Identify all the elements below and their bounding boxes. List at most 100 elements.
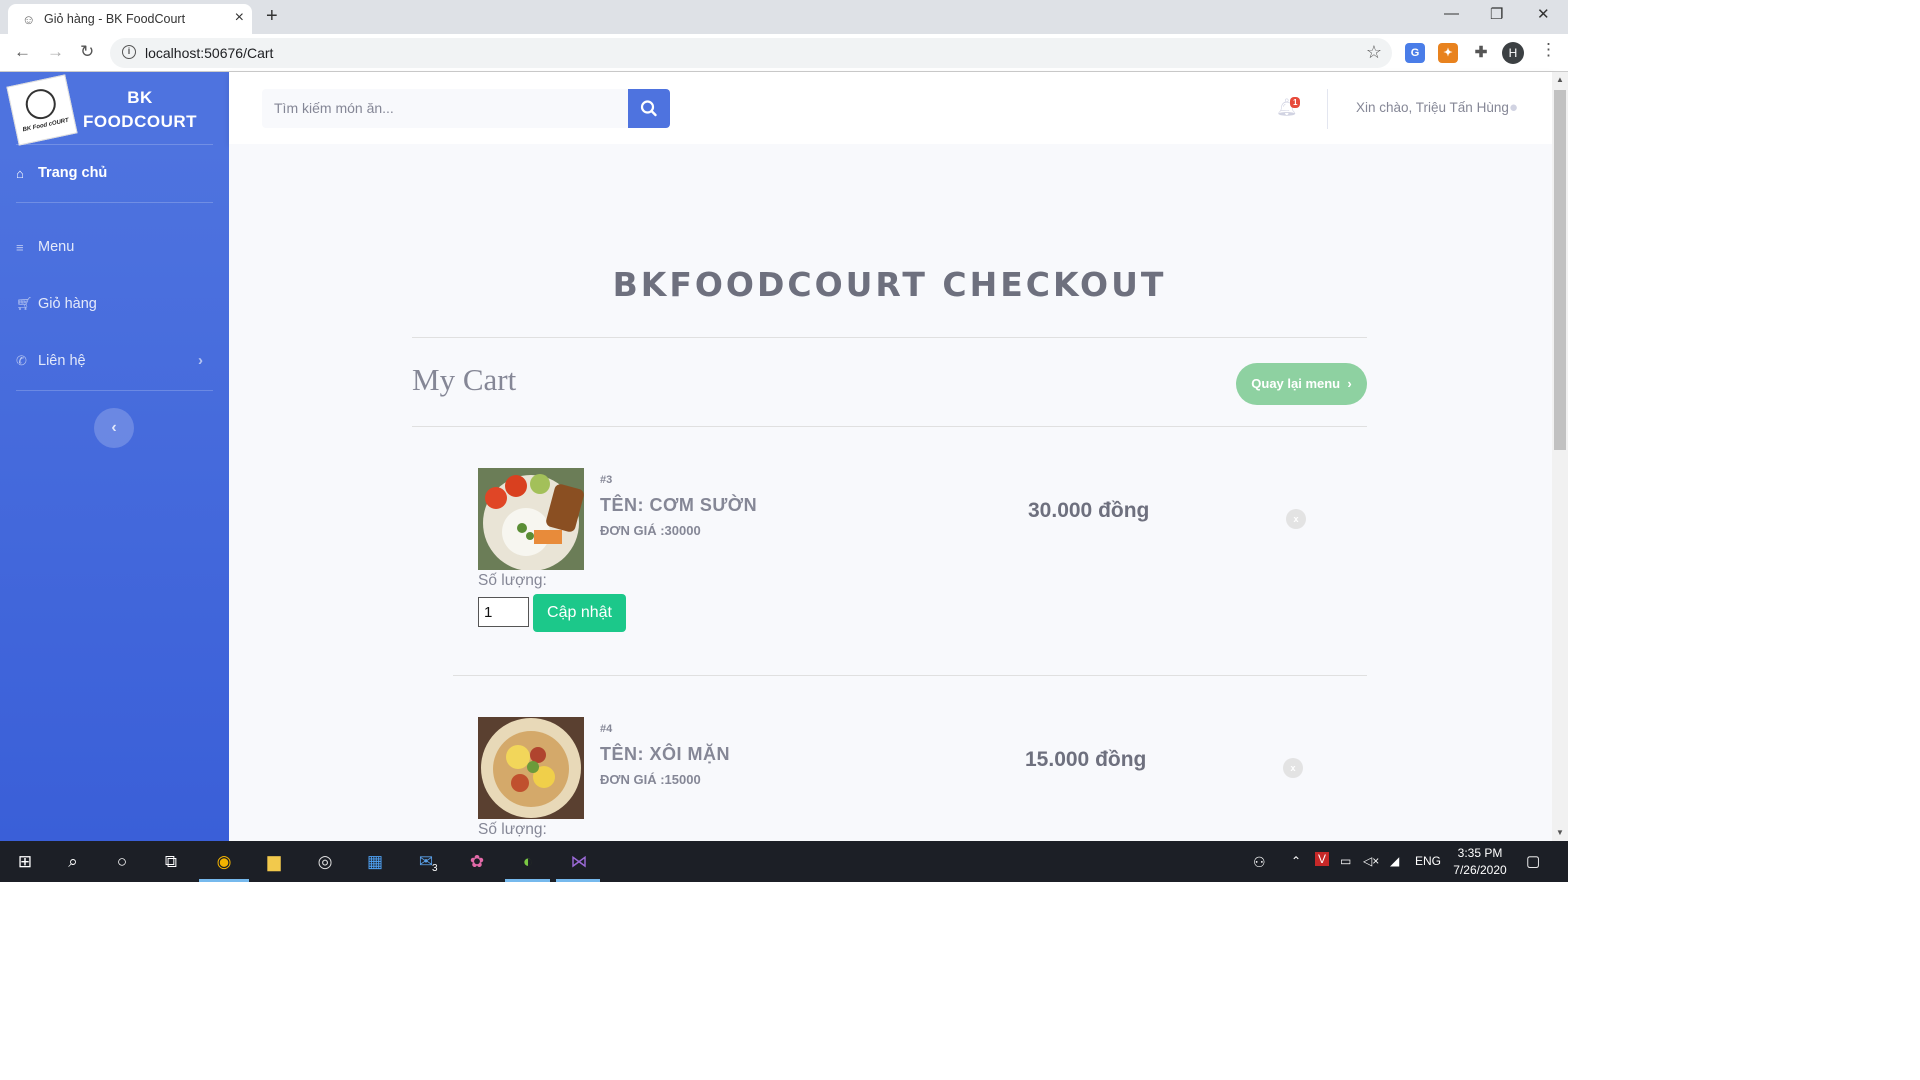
url-text[interactable]: localhost:50676/Cart xyxy=(145,45,273,61)
notification-center-icon[interactable]: ▢ xyxy=(1526,852,1540,870)
visual-studio-icon[interactable]: ⋈ xyxy=(566,849,592,875)
tab-title: Giỏ hàng - BK FoodCourt xyxy=(44,12,186,26)
tray-app-v-icon[interactable]: V xyxy=(1315,852,1330,866)
sidebar: BK Food cOURT BK FOODCOURT ⌂ Trang chủ ≡… xyxy=(0,72,229,841)
search-input[interactable]: Tìm kiếm món ăn... xyxy=(262,89,629,128)
translate-extension-icon[interactable]: G xyxy=(1405,43,1425,63)
profile-avatar[interactable]: H xyxy=(1502,42,1524,64)
windows-taskbar: ⊞ ⌕ ○ ⧉ ◉ ▆ ◎ ▦ ✉ 3 ✿ ◐ ⋈ ⚇ ⌃ V ▭ ◁× ◢ E… xyxy=(0,841,1568,882)
language-indicator[interactable]: ENG xyxy=(1415,854,1441,868)
cart-icon: 🛒︎ xyxy=(16,296,33,311)
page-title: BKFOODCOURT CHECKOUT xyxy=(612,265,1167,304)
taskbar-search-icon[interactable]: ⌕ xyxy=(60,849,86,875)
bookmark-star-icon[interactable]: ☆ xyxy=(1366,42,1382,63)
minimize-icon[interactable]: — xyxy=(1444,5,1459,22)
sidebar-item-label: Menu xyxy=(38,239,75,255)
divider xyxy=(412,426,1367,427)
back-to-menu-label: Quay lại menu xyxy=(1251,376,1341,391)
new-tab-icon[interactable]: + xyxy=(266,5,278,28)
update-quantity-button[interactable]: Cập nhật xyxy=(533,594,626,632)
scroll-down-icon[interactable]: ▼ xyxy=(1556,828,1564,837)
info-icon[interactable]: i xyxy=(122,45,136,59)
home-icon: ⌂ xyxy=(16,165,24,181)
back-to-menu-button[interactable]: Quay lại menu › xyxy=(1236,363,1367,405)
sidebar-item-label: Trang chủ xyxy=(38,165,108,181)
tray-chevron-up-icon[interactable]: ⌃ xyxy=(1291,854,1301,868)
browser-tab-bar: ☺ Giỏ hàng - BK FoodCourt × + — ❐ ✕ xyxy=(0,0,1568,34)
extensions-puzzle-icon[interactable]: ✚ xyxy=(1471,43,1491,63)
scroll-thumb[interactable] xyxy=(1554,90,1566,450)
divider xyxy=(453,675,1367,676)
chef-logo-icon xyxy=(22,86,59,122)
sidebar-item-menu[interactable]: ≡ Menu xyxy=(16,239,74,255)
clock-time: 3:35 PM xyxy=(1457,846,1503,860)
address-bar-row: ← → ↻ i localhost:50676/Cart ☆ G ✦ ✚ H ⋮ xyxy=(0,34,1568,72)
paint-icon[interactable]: ✿ xyxy=(464,849,490,875)
active-app-indicator xyxy=(199,879,249,882)
cortana-icon[interactable]: ○ xyxy=(109,849,135,875)
item-name: TÊN: CƠM SƯỜN xyxy=(600,495,758,515)
people-icon[interactable]: ⚇ xyxy=(1253,854,1266,871)
chevron-right-icon[interactable]: › xyxy=(198,352,203,369)
sidebar-item-label: Giỏ hàng xyxy=(38,296,97,312)
close-tab-icon[interactable]: × xyxy=(235,9,244,27)
sidebar-item-contact[interactable]: ✆ Liên hệ xyxy=(16,353,86,369)
running-app-indicator xyxy=(505,879,550,882)
task-view-icon[interactable]: ⧉ xyxy=(158,849,184,875)
item-id: #4 xyxy=(600,723,613,735)
phone-icon: ✆ xyxy=(16,353,27,368)
mail-badge: 3 xyxy=(432,863,438,874)
browser-menu-icon[interactable]: ⋮ xyxy=(1540,40,1557,60)
user-icon[interactable]: ● xyxy=(1509,99,1518,116)
running-app-indicator xyxy=(556,879,600,882)
sidebar-divider xyxy=(16,202,213,203)
search-placeholder: Tìm kiếm món ăn... xyxy=(274,100,394,116)
windows-start-icon[interactable]: ⊞ xyxy=(12,849,38,875)
store-icon[interactable]: ▦ xyxy=(362,849,388,875)
metamask-extension-icon[interactable]: ✦ xyxy=(1438,43,1458,63)
sidebar-item-home[interactable]: ⌂ Trang chủ xyxy=(16,165,107,181)
app-h-icon[interactable]: ◐ xyxy=(515,849,541,875)
sidebar-toggle-button[interactable]: ‹ xyxy=(94,408,134,448)
forward-icon[interactable]: → xyxy=(47,42,64,62)
quantity-input[interactable] xyxy=(478,597,529,627)
sidebar-item-cart[interactable]: 🛒︎ Giỏ hàng xyxy=(16,296,97,312)
media-player-icon[interactable]: ◎ xyxy=(312,849,338,875)
battery-icon[interactable]: ▭ xyxy=(1340,854,1351,868)
brand-name[interactable]: BK FOODCOURT xyxy=(78,86,202,134)
volume-muted-icon[interactable]: ◁× xyxy=(1363,854,1379,868)
file-explorer-icon[interactable]: ▆ xyxy=(261,849,287,875)
logo-text: BK Food cOURT xyxy=(22,117,70,134)
chrome-icon[interactable]: ◉ xyxy=(211,849,237,875)
brand-line-2: FOODCOURT xyxy=(82,112,198,131)
browser-tab[interactable]: ☺ Giỏ hàng - BK FoodCourt × xyxy=(8,4,252,34)
search-button[interactable] xyxy=(628,89,670,128)
item-unit-price: ĐƠN GIÁ :30000 xyxy=(600,523,701,538)
user-greeting[interactable]: Xin chào, Triệu Tấn Hùng xyxy=(1356,100,1509,115)
item-total: 30.000 đồng xyxy=(1028,499,1150,522)
bars-icon: ≡ xyxy=(16,239,24,255)
divider xyxy=(412,337,1367,338)
item-image-com-suon xyxy=(478,468,584,570)
scroll-up-icon[interactable]: ▲ xyxy=(1556,75,1564,84)
wifi-icon[interactable]: ◢ xyxy=(1390,854,1399,868)
item-unit-price: ĐƠN GIÁ :15000 xyxy=(600,772,701,787)
page-scrollbar[interactable]: ▲ ▼ xyxy=(1552,72,1568,841)
chevron-right-icon: › xyxy=(1343,376,1352,391)
topbar: Tìm kiếm món ăn... 🔔︎ 1 Xin chào, Triệu … xyxy=(229,72,1552,144)
omnibox[interactable]: i localhost:50676/Cart ☆ xyxy=(110,38,1392,68)
close-window-icon[interactable]: ✕ xyxy=(1537,5,1550,23)
restore-icon[interactable]: ❐ xyxy=(1490,5,1503,23)
back-icon[interactable]: ← xyxy=(14,42,31,62)
remove-item-button[interactable]: x xyxy=(1283,758,1303,778)
quantity-label: Số lượng: xyxy=(478,572,547,589)
clock-date: 7/26/2020 xyxy=(1453,863,1507,877)
main-content: BKFOODCOURT CHECKOUT My Cart Quay lại me… xyxy=(229,144,1552,841)
cart-heading: My Cart xyxy=(412,362,517,397)
reload-icon[interactable]: ↻ xyxy=(80,42,94,62)
remove-item-button[interactable]: x xyxy=(1286,509,1306,529)
topbar-divider xyxy=(1327,89,1328,129)
sidebar-item-label: Liên hệ xyxy=(38,353,86,369)
taskbar-clock[interactable]: 3:35 PM 7/26/2020 xyxy=(1448,845,1512,879)
logo[interactable]: BK Food cOURT xyxy=(6,74,78,146)
